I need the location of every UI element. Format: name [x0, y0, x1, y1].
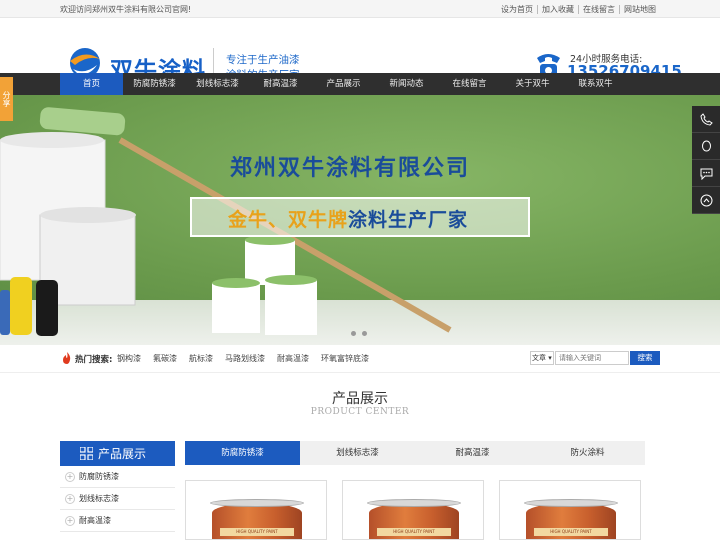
hot-word-link[interactable]: 航标漆	[189, 353, 213, 364]
roller-head	[39, 107, 126, 136]
nav-item-products[interactable]: 产品展示	[312, 73, 375, 95]
product-tabs: 防腐防锈漆 划线标志漆 耐高温漆 防火涂料	[185, 441, 645, 465]
banner-subtitle-gold: 金牛、双牛牌	[228, 209, 349, 231]
bucket-medium-rim	[40, 207, 136, 223]
search-bar: 热门搜索: 钢构漆 氟碳漆 航标漆 马路划线漆 耐高温漆 环氧富锌底漆 文章 ▾…	[0, 345, 720, 373]
carousel-dot[interactable]	[351, 331, 356, 336]
hot-word-link[interactable]: 氟碳漆	[153, 353, 177, 364]
paint-can-label: HIGH QUALITY PAINT	[377, 528, 451, 536]
sidebar-item-label: 防腐防锈漆	[79, 472, 119, 481]
plus-icon: +	[65, 493, 75, 504]
hero-banner[interactable]: 郑州双牛涂料有限公司 金牛、双牛牌涂料生产厂家	[0, 95, 720, 345]
share-tab[interactable]: 分享	[0, 77, 13, 121]
tab-heat-resistant[interactable]: 耐高温漆	[415, 441, 530, 465]
fire-icon	[63, 352, 71, 364]
right-float-toolbar	[692, 106, 720, 214]
can-small-2	[212, 283, 260, 333]
header: 双牛涂料 专注于生产油漆 涂料的生产厂家 24小时服务电话: 135267094…	[0, 18, 720, 86]
sidebar-item-heat-resistant[interactable]: + 耐高温漆	[60, 510, 175, 532]
search-type-select[interactable]: 文章 ▾	[530, 351, 554, 365]
product-card[interactable]: HIGH QUALITY PAINT	[342, 480, 484, 540]
slogan-line-1: 专注于生产油漆	[226, 54, 300, 66]
hot-word-link[interactable]: 耐高温漆	[277, 353, 309, 364]
section-title-text: 产品展示	[320, 391, 400, 407]
nav-item-contact[interactable]: 联系双牛	[564, 73, 627, 95]
nav-item-heat-resistant[interactable]: 耐高温漆	[249, 73, 312, 95]
product-card[interactable]: HIGH QUALITY PAINT	[499, 480, 641, 540]
plus-icon: +	[65, 515, 75, 526]
nav-item-message[interactable]: 在线留言	[438, 73, 501, 95]
carousel-dot[interactable]	[362, 331, 367, 336]
main-nav: 首页 防腐防锈漆 划线标志漆 耐高温漆 产品展示 新闻动态 在线留言 关于双牛 …	[0, 73, 720, 95]
welcome-text: 欢迎访问郑州双牛涂料有限公司官网!	[60, 4, 192, 14]
set-homepage-link[interactable]: 设为首页	[497, 5, 537, 14]
banner-subtitle-blue: 涂料生产厂家	[348, 209, 469, 231]
paint-can-rim	[210, 499, 304, 507]
hot-word-link[interactable]: 钢构漆	[117, 353, 141, 364]
section-subtitle: PRODUCT CENTER	[310, 407, 410, 417]
paint-can-label: HIGH QUALITY PAINT	[534, 528, 608, 536]
online-message-link[interactable]: 在线留言	[578, 4, 619, 14]
section-title: 产品展示	[0, 388, 720, 408]
nav-item-anticorrosion[interactable]: 防腐防锈漆	[123, 73, 186, 95]
phone-icon	[699, 112, 713, 126]
search-button[interactable]: 搜索	[630, 351, 660, 365]
top-bar: 欢迎访问郑州双牛涂料有限公司官网! 设为首页 加入收藏 在线留言 网站地图	[0, 0, 720, 18]
chat-icon	[700, 168, 712, 180]
hot-search-label: 热门搜索:	[75, 355, 113, 365]
search-type-value: 文章	[532, 354, 546, 362]
sidebar-item-label: 耐高温漆	[79, 516, 111, 525]
carousel-dots	[351, 331, 367, 336]
can-small-2-lid	[212, 278, 260, 288]
paint-can-label: HIGH QUALITY PAINT	[220, 528, 294, 536]
can-small-3	[265, 280, 317, 335]
top-links: 设为首页 加入收藏 在线留言 网站地图	[497, 4, 660, 15]
sidebar-item-anticorrosion[interactable]: + 防腐防锈漆	[60, 466, 175, 488]
sitemap-link[interactable]: 网站地图	[619, 4, 660, 14]
product-card[interactable]: HIGH QUALITY PAINT	[185, 480, 327, 540]
paint-can-rim	[524, 499, 618, 507]
bottle-blue	[0, 290, 10, 335]
float-message-button[interactable]	[692, 160, 720, 187]
product-sidebar: 产品展示 + 防腐防锈漆 + 划线标志漆 + 耐高温漆	[60, 441, 175, 532]
grid-icon	[80, 447, 93, 460]
nav-item-about[interactable]: 关于双牛	[501, 73, 564, 95]
hot-word-link[interactable]: 马路划线漆	[225, 353, 265, 364]
banner-subtitle: 金牛、双牛牌涂料生产厂家	[228, 205, 468, 232]
arrow-up-icon	[700, 194, 712, 206]
float-phone-button[interactable]	[692, 106, 720, 133]
bucket-large-rim	[0, 132, 104, 148]
sidebar-item-marking-paint[interactable]: + 划线标志漆	[60, 488, 175, 510]
plus-icon: +	[65, 471, 75, 482]
nav-item-news[interactable]: 新闻动态	[375, 73, 438, 95]
paint-can-rim	[367, 499, 461, 507]
float-back-to-top-button[interactable]	[692, 187, 720, 214]
tab-fireproof[interactable]: 防火涂料	[530, 441, 645, 465]
can-small-3-lid	[265, 275, 317, 285]
tab-marking-paint[interactable]: 划线标志漆	[300, 441, 415, 465]
search-input[interactable]	[555, 351, 629, 365]
sidebar-title: 产品展示	[98, 447, 147, 461]
bottle-black	[36, 280, 58, 336]
float-qq-button[interactable]	[692, 133, 720, 160]
qq-icon	[701, 140, 711, 151]
tab-anticorrosion[interactable]: 防腐防锈漆	[185, 441, 300, 465]
nav-item-marking-paint[interactable]: 划线标志漆	[186, 73, 249, 95]
nav-item-home[interactable]: 首页	[60, 73, 123, 95]
sidebar-header: 产品展示	[60, 441, 175, 466]
banner-title: 郑州双牛涂料有限公司	[230, 156, 471, 181]
sidebar-item-label: 划线标志漆	[79, 494, 119, 503]
bottle-yellow	[10, 277, 32, 335]
add-favorite-link[interactable]: 加入收藏	[537, 4, 578, 14]
hot-search-words: 钢构漆 氟碳漆 航标漆 马路划线漆 耐高温漆 环氧富锌底漆	[117, 353, 369, 364]
hot-word-link[interactable]: 环氧富锌底漆	[321, 353, 369, 364]
